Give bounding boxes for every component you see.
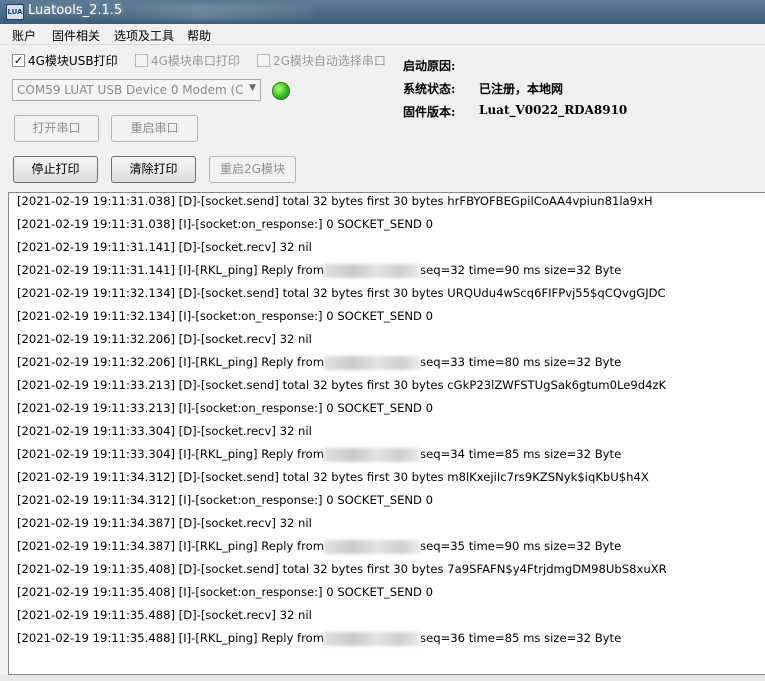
checkbox-unchecked-icon [135, 53, 148, 67]
log-line: [2021-02-19 19:11:35.488] [D]-[socket.re… [17, 605, 312, 625]
log-line: [2021-02-19 19:11:31.141] [I]-[RKL_ping]… [17, 260, 621, 280]
log-line-text: [2021-02-19 19:11:34.387] [D]-[socket.re… [17, 516, 312, 530]
log-line: [2021-02-19 19:11:32.206] [D]-[socket.re… [17, 329, 312, 349]
connection-status-led-icon [272, 82, 290, 100]
log-line-text: [2021-02-19 19:11:34.387] [I]-[RKL_ping]… [17, 539, 325, 553]
log-line: [2021-02-19 19:11:35.408] [I]-[socket:on… [17, 582, 433, 602]
log-line: [2021-02-19 19:11:33.213] [I]-[socket:on… [17, 398, 433, 418]
log-line: [2021-02-19 19:11:31.038] [D]-[socket.se… [17, 193, 653, 211]
checkbox-unchecked-icon [257, 53, 270, 67]
menu-bar: 账户 固件相关 选项及工具 帮助 [0, 24, 765, 45]
log-line: [2021-02-19 19:11:33.304] [I]-[RKL_ping]… [17, 444, 621, 464]
log-line: [2021-02-19 19:11:35.408] [D]-[socket.se… [17, 559, 667, 579]
log-line-text: [2021-02-19 19:11:32.134] [D]-[socket.se… [17, 286, 666, 300]
log-line-text: [2021-02-19 19:11:34.312] [D]-[socket.se… [17, 470, 649, 484]
log-line-text: [2021-02-19 19:11:33.304] [D]-[socket.re… [17, 424, 312, 438]
menu-help[interactable]: 帮助 [187, 27, 211, 44]
menu-account[interactable]: 账户 [12, 27, 36, 44]
log-line-suffix: seq=33 time=80 ms size=32 Byte [420, 355, 622, 369]
log-line-text: [2021-02-19 19:11:35.408] [D]-[socket.se… [17, 562, 667, 576]
log-line-text: [2021-02-19 19:11:32.134] [I]-[socket:on… [17, 309, 434, 323]
log-line-suffix: seq=34 time=85 ms size=32 Byte [420, 447, 622, 461]
restart-port-button[interactable]: 重启串口 [111, 115, 198, 142]
log-line-text: [2021-02-19 19:11:35.488] [D]-[socket.re… [17, 608, 312, 622]
log-line-text: [2021-02-19 19:11:34.312] [I]-[socket:on… [17, 493, 434, 507]
dropdown-arrow-icon[interactable]: ▼ [249, 83, 256, 93]
serial-print-checkbox[interactable]: 4G模块串口打印 [135, 52, 240, 68]
log-line: [2021-02-19 19:11:33.304] [D]-[socket.re… [17, 421, 312, 441]
redacted-address [324, 263, 421, 278]
log-line: [2021-02-19 19:11:31.038] [I]-[socket:on… [17, 214, 433, 234]
log-line-suffix: seq=35 time=90 ms size=32 Byte [420, 539, 622, 553]
log-line: [2021-02-19 19:11:34.312] [D]-[socket.se… [17, 467, 649, 487]
stop-print-button[interactable]: 停止打印 [13, 156, 98, 183]
redacted-address [324, 631, 421, 646]
log-line-text: [2021-02-19 19:11:31.141] [D]-[socket.re… [17, 240, 312, 254]
log-line: [2021-02-19 19:11:32.134] [D]-[socket.se… [17, 283, 666, 303]
system-state-value: 已注册，本地网 [479, 82, 564, 96]
checkbox-checked-icon: ✓ [12, 53, 25, 67]
port-select-value: COM59 LUAT USB Device 0 Modem (C [17, 83, 243, 97]
log-line: [2021-02-19 19:11:34.312] [I]-[socket:on… [17, 490, 433, 510]
log-line-text: [2021-02-19 19:11:33.213] [I]-[socket:on… [17, 401, 434, 415]
serial-print-label: 4G模块串口打印 [151, 53, 240, 68]
redacted-address [324, 447, 421, 462]
log-line-text: [2021-02-19 19:11:33.304] [I]-[RKL_ping]… [17, 447, 325, 461]
log-line: [2021-02-19 19:11:33.213] [D]-[socket.se… [17, 375, 666, 395]
bottom-edge [0, 675, 765, 681]
log-line-text: [2021-02-19 19:11:32.206] [D]-[socket.re… [17, 332, 312, 346]
firmware-version-value: Luat_V0022_RDA8910 [479, 103, 628, 117]
restart-2g-button[interactable]: 重启2G模块 [209, 156, 296, 183]
auto-select-2g-label: 2G模块自动选择串口 [273, 53, 386, 68]
boot-reason-label: 启动原因: [403, 59, 456, 73]
log-line-text: [2021-02-19 19:11:35.408] [I]-[socket:on… [17, 585, 434, 599]
log-line-text: [2021-02-19 19:11:33.213] [D]-[socket.se… [17, 378, 667, 392]
log-line-text: [2021-02-19 19:11:35.488] [I]-[RKL_ping]… [17, 631, 325, 645]
auto-select-2g-checkbox[interactable]: 2G模块自动选择串口 [257, 52, 386, 68]
log-line-text: [2021-02-19 19:11:32.206] [I]-[RKL_ping]… [17, 355, 325, 369]
log-line: [2021-02-19 19:11:31.141] [D]-[socket.re… [17, 237, 312, 257]
redacted-address [324, 355, 421, 370]
title-bar: LUA Luatools_2.1.5 [0, 0, 765, 24]
open-port-button[interactable]: 打开串口 [14, 115, 99, 142]
firmware-version-label: 固件版本: [403, 105, 456, 119]
menu-options-tools[interactable]: 选项及工具 [114, 27, 174, 44]
log-line-text: [2021-02-19 19:11:31.141] [I]-[RKL_ping]… [17, 263, 325, 277]
log-line: [2021-02-19 19:11:32.206] [I]-[RKL_ping]… [17, 352, 621, 372]
menu-firmware[interactable]: 固件相关 [52, 27, 100, 44]
luatools-app-icon: LUA [6, 4, 24, 20]
log-line-text: [2021-02-19 19:11:31.038] [D]-[socket.se… [17, 194, 653, 208]
usb-print-checkbox[interactable]: ✓ 4G模块USB打印 [12, 52, 118, 68]
log-line: [2021-02-19 19:11:32.134] [I]-[socket:on… [17, 306, 433, 326]
usb-print-label: 4G模块USB打印 [28, 53, 118, 68]
clear-print-button[interactable]: 清除打印 [111, 156, 196, 183]
log-line-suffix: seq=36 time=85 ms size=32 Byte [420, 631, 622, 645]
port-select[interactable]: COM59 LUAT USB Device 0 Modem (C ▼ [12, 79, 261, 101]
log-line-suffix: seq=32 time=90 ms size=32 Byte [420, 263, 622, 277]
log-line: [2021-02-19 19:11:34.387] [D]-[socket.re… [17, 513, 312, 533]
log-line: [2021-02-19 19:11:35.488] [I]-[RKL_ping]… [17, 628, 621, 648]
log-line: [2021-02-19 19:11:34.387] [I]-[RKL_ping]… [17, 536, 621, 556]
blurred-background-tabs [92, 4, 312, 20]
log-output[interactable]: [2021-02-19 19:11:31.038] [D]-[socket.se… [8, 192, 765, 675]
log-line-text: [2021-02-19 19:11:31.038] [I]-[socket:on… [17, 217, 434, 231]
system-state-label: 系统状态: [403, 82, 456, 96]
redacted-address [324, 539, 421, 554]
